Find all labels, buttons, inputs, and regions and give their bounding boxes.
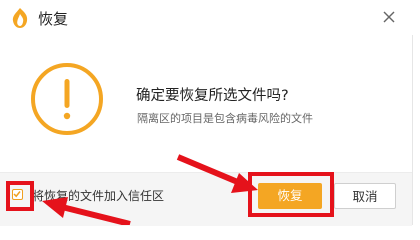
checkbox-highlight-box — [6, 181, 34, 211]
flame-shield-icon — [12, 8, 28, 28]
restore-dialog: 恢复 确定要恢复所选文件吗? 隔离区的项目是包含病毒风险的文件 将恢复的文件加入… — [0, 0, 420, 226]
dialog-title: 恢复 — [38, 10, 69, 28]
close-icon[interactable] — [379, 7, 399, 27]
confirm-subtext: 隔离区的项目是包含病毒风险的文件 — [137, 112, 313, 125]
cancel-button[interactable]: 取消 — [334, 183, 396, 209]
dialog-footer: 将恢复的文件加入信任区 恢复 取消 — [0, 172, 412, 226]
divider — [412, 35, 413, 225]
restore-highlight-box — [248, 172, 334, 217]
title-bar: 恢复 — [0, 0, 420, 36]
trust-checkbox-label[interactable]: 将恢复的文件加入信任区 — [32, 187, 164, 204]
exclamation-circle-icon — [31, 63, 103, 135]
confirm-message: 确定要恢复所选文件吗? — [136, 88, 289, 104]
